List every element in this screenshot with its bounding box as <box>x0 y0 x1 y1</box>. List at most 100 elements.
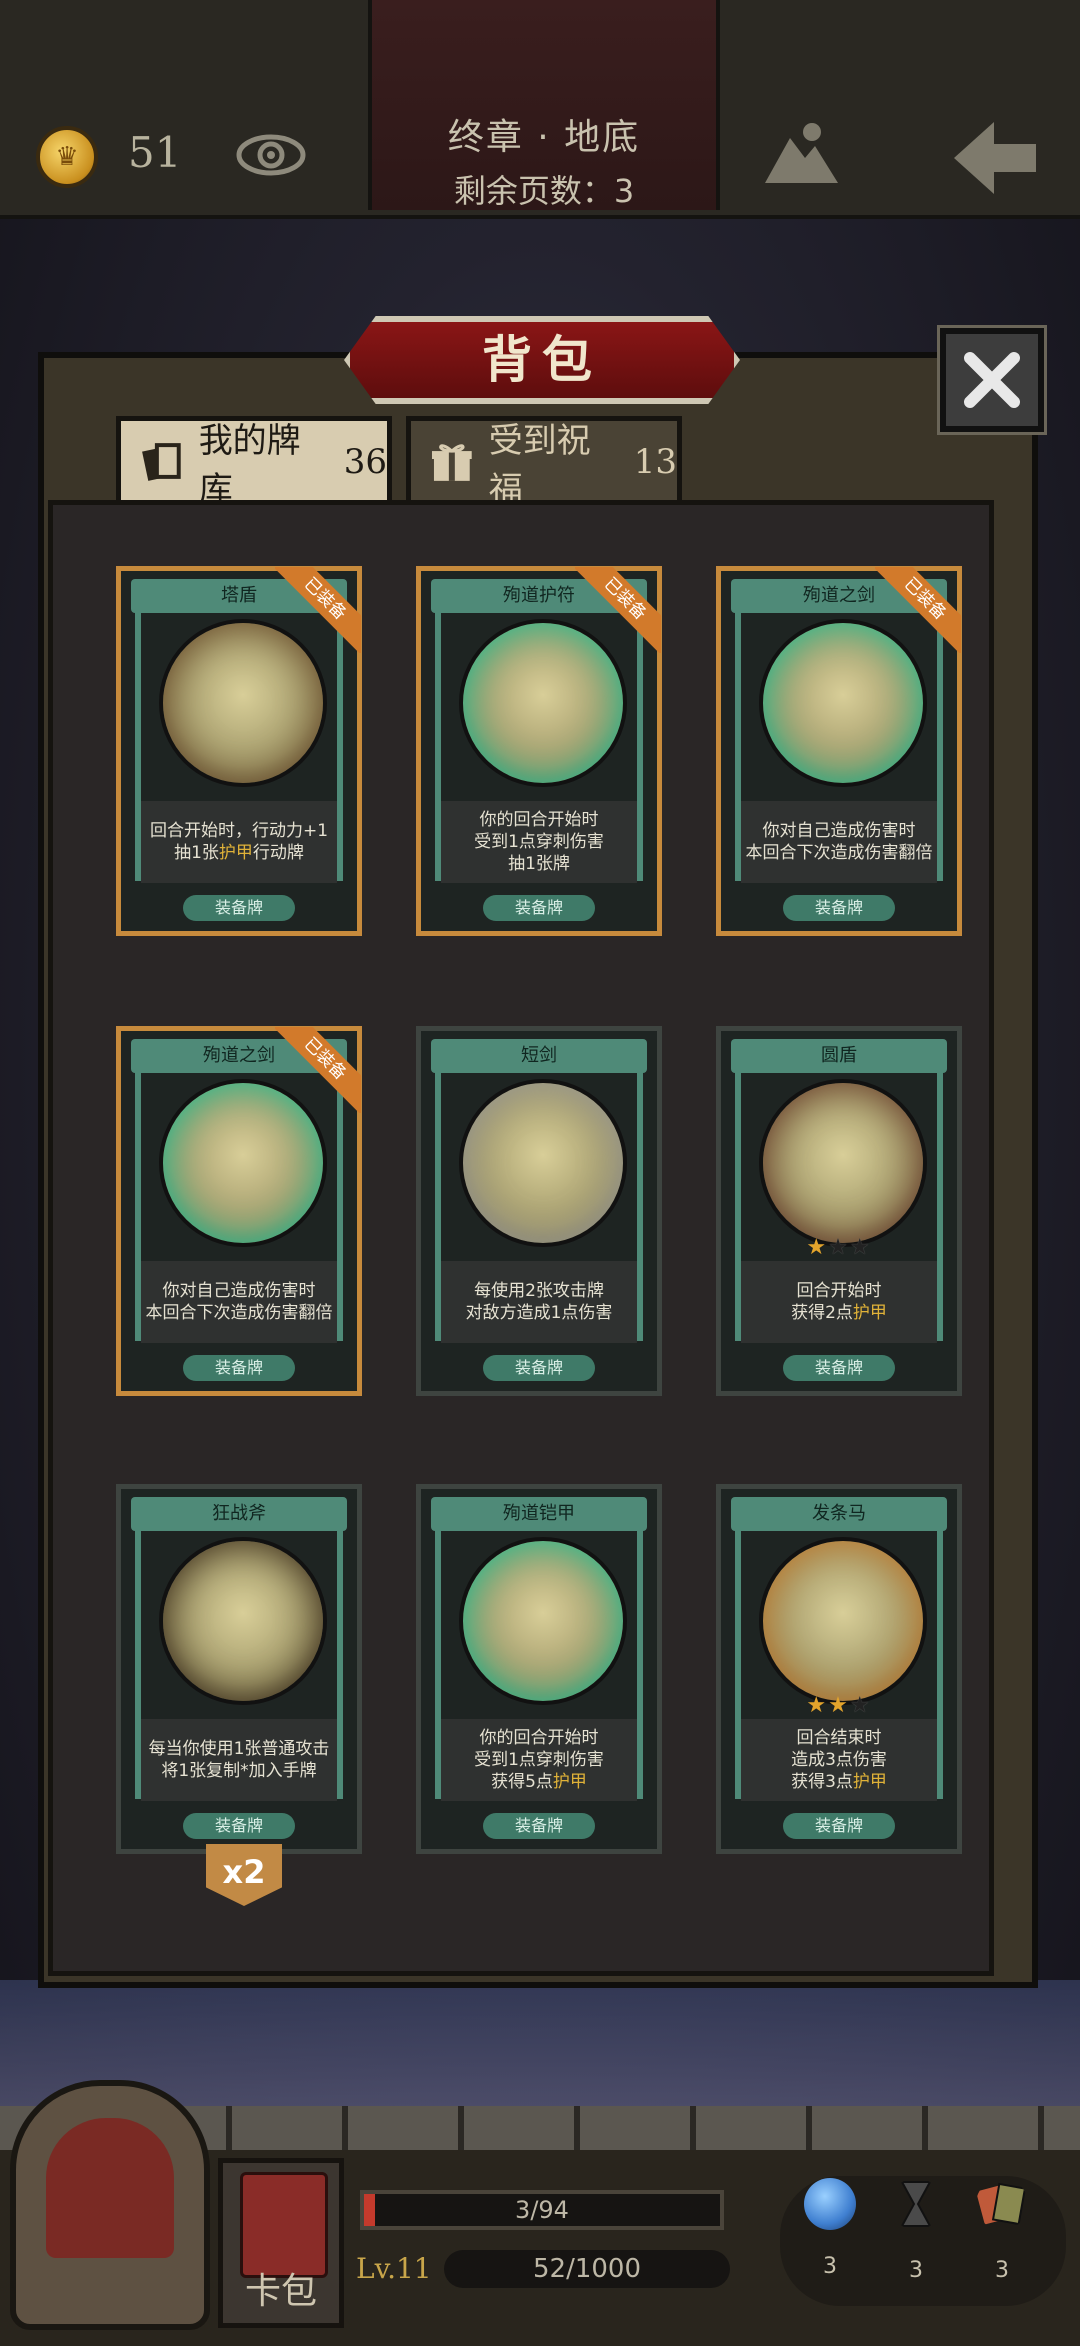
card-description: 每当你使用1张普通攻击 将1张复制*加入手牌 <box>141 1719 337 1801</box>
card-type-tag: 装备牌 <box>183 1355 295 1381</box>
card-desc-text: 抽1张 <box>174 843 219 863</box>
card-type-tag: 装备牌 <box>483 895 595 921</box>
resource-cards[interactable]: 3 <box>962 2178 1042 2298</box>
deck-label: 卡包 <box>244 2271 317 2312</box>
equipped-ribbon: 已装备 <box>575 567 661 653</box>
equipment-card[interactable]: 短剑 每使用2张攻击牌 对敌方造成1点伤害 装备牌 <box>416 1026 662 1396</box>
xp-text: 52/1000 <box>532 2254 641 2284</box>
pages-remaining: 剩余页数：3 <box>453 172 635 210</box>
equipment-card[interactable]: 狂战斧每当你使用1张普通攻击 将1张复制*加入手牌装备牌 <box>116 1484 362 1854</box>
hourglass-icon <box>900 2181 932 2227</box>
camp-icon[interactable] <box>760 118 840 188</box>
eye-icon[interactable] <box>236 130 306 180</box>
gift-icon <box>431 444 472 481</box>
card-desc-line-1: 你的回合开始时 <box>479 810 599 830</box>
card-description: 你对自己造成伤害时 本回合下次造成伤害翻倍 <box>741 801 937 883</box>
card-description: 你的回合开始时 受到1点穿刺伤害 获得5点护甲 <box>441 1719 637 1801</box>
card-desc-text: 获得2点 <box>791 1303 853 1323</box>
tab-blessings-count: 13 <box>633 442 677 482</box>
chapter-title: 终章 · 地底 <box>447 117 641 158</box>
card-art <box>759 1079 927 1247</box>
card-desc-keyword: 护甲 <box>852 1772 887 1792</box>
card-desc-line-2: 将1张复制*加入手牌 <box>161 1760 316 1782</box>
card-description: 你对自己造成伤害时 本回合下次造成伤害翻倍 <box>141 1261 337 1343</box>
card-description: 回合开始时，行动力+1 抽1张护甲行动牌 <box>141 801 337 883</box>
equipped-label: 已装备 <box>275 1027 361 1113</box>
equipment-card[interactable]: 殉道之剑 你对自己造成伤害时 本回合下次造成伤害翻倍 装备牌 已装备 <box>116 1026 362 1396</box>
equipped-ribbon: 已装备 <box>275 1027 361 1113</box>
card-name: 短剑 <box>431 1039 647 1073</box>
equipment-card[interactable]: 殉道护符 你的回合开始时 受到1点穿刺伤害 抽1张牌 装备牌 已装备 <box>416 566 662 936</box>
card-name: 狂战斧 <box>131 1497 347 1531</box>
close-icon <box>964 352 1020 408</box>
equipment-card[interactable]: 圆盾 ★★★ 回合开始时 获得2点护甲 装备牌 <box>716 1026 962 1396</box>
card-desc-line-2: 本回合下次造成伤害翻倍 <box>146 1302 333 1324</box>
card-description: 回合开始时 获得2点护甲 <box>741 1261 937 1343</box>
card-desc-line-2: 对敌方造成1点伤害 <box>466 1302 613 1324</box>
card-art <box>159 1537 327 1705</box>
hero-avatar <box>46 2118 174 2258</box>
resource-hourglass[interactable]: 3 <box>876 2178 956 2298</box>
card-stars: ★★★ <box>806 1693 872 1718</box>
card-desc-line-1: 回合结束时 <box>796 1728 882 1748</box>
level-label: Lv.11 <box>356 2252 432 2285</box>
card-type-tag: 装备牌 <box>483 1813 595 1839</box>
card-desc-line-2: 受到1点穿刺伤害 <box>474 831 604 853</box>
card-stack-icon <box>976 2182 1027 2226</box>
card-desc-line-3: 抽1张牌 <box>508 854 570 874</box>
card-desc-keyword: 护甲 <box>552 1772 587 1792</box>
card-type-tag: 装备牌 <box>183 1813 295 1839</box>
card-type-tag: 装备牌 <box>183 895 295 921</box>
card-desc-text: 获得5点 <box>491 1772 553 1792</box>
card-desc-text: 将1张复制*加入手牌 <box>161 1761 317 1781</box>
card-name: 发条马 <box>731 1497 947 1531</box>
card-desc-line-1: 你的回合开始时 <box>479 1728 599 1748</box>
resource-potion[interactable]: 3 <box>790 2178 870 2298</box>
card-art <box>459 1537 627 1705</box>
equipment-card[interactable]: 殉道之剑 你对自己造成伤害时 本回合下次造成伤害翻倍 装备牌 已装备 <box>716 566 962 936</box>
card-desc-text: 对敌方造成1点伤害 <box>465 1303 613 1323</box>
card-desc-line-3: 获得5点护甲 <box>491 1771 587 1793</box>
card-desc-line-1: 每当你使用1张普通攻击 <box>148 1739 330 1759</box>
card-desc-line-2: 抽1张护甲行动牌 <box>174 842 304 864</box>
card-desc-text: 本回合下次造成伤害翻倍 <box>745 843 933 863</box>
tab-my-deck-label: 我的牌库 <box>198 421 301 510</box>
equipped-ribbon: 已装备 <box>275 567 361 653</box>
card-desc-line-3: 获得3点护甲 <box>791 1771 887 1793</box>
tab-my-deck-count: 36 <box>343 442 387 482</box>
equipped-label: 已装备 <box>275 567 361 653</box>
card-description: 你的回合开始时 受到1点穿刺伤害 抽1张牌 <box>441 801 637 883</box>
card-desc-text: 造成3点伤害 <box>791 1750 887 1770</box>
chapter-banner: 终章 · 地底 剩余页数：3 <box>368 0 720 210</box>
card-art <box>759 1537 927 1705</box>
panel-title: 背包 <box>482 331 602 389</box>
tab-blessings[interactable]: 受到祝福 13 <box>406 416 682 510</box>
card-desc-line-2: 本回合下次造成伤害翻倍 <box>746 842 933 864</box>
tab-blessings-label: 受到祝福 <box>488 421 591 510</box>
cards-icon <box>142 443 181 481</box>
card-stars: ★★★ <box>806 1235 872 1260</box>
card-desc-line-1: 回合开始时 <box>796 1281 882 1301</box>
equipment-card[interactable]: 发条马 ★★★ 回合结束时 造成3点伤害 获得3点护甲装备牌 <box>716 1484 962 1854</box>
potion-icon <box>804 2178 856 2230</box>
equipped-label: 已装备 <box>875 567 961 653</box>
card-desc-text: 行动牌 <box>252 843 304 863</box>
card-desc-text: 本回合下次造成伤害翻倍 <box>145 1303 333 1323</box>
card-desc-keyword: 护甲 <box>852 1303 887 1323</box>
equipment-card[interactable]: 殉道铠甲 你的回合开始时 受到1点穿刺伤害 获得5点护甲 装备牌 <box>416 1484 662 1854</box>
card-type-tag: 装备牌 <box>783 1813 895 1839</box>
card-desc-text: 获得3点 <box>791 1772 853 1792</box>
card-desc-line-1: 回合开始时，行动力+1 <box>149 821 329 841</box>
card-art <box>459 1079 627 1247</box>
health-text: 3/94 <box>515 2196 569 2224</box>
equipment-card[interactable]: 塔盾 回合开始时，行动力+1 抽1张护甲行动牌 装备牌 已装备 <box>116 566 362 936</box>
back-arrow-icon[interactable] <box>950 118 1040 198</box>
card-desc-line-2: 获得2点护甲 <box>791 1302 887 1324</box>
card-desc-line-1: 你对自己造成伤害时 <box>762 821 916 841</box>
tab-my-deck[interactable]: 我的牌库 36 <box>116 416 392 510</box>
card-desc-line-2: 造成3点伤害 <box>791 1749 887 1771</box>
potion-count: 3 <box>823 2254 837 2279</box>
close-button[interactable] <box>937 325 1047 435</box>
card-desc-line-1: 你对自己造成伤害时 <box>162 1281 316 1301</box>
equipped-label: 已装备 <box>575 567 661 653</box>
